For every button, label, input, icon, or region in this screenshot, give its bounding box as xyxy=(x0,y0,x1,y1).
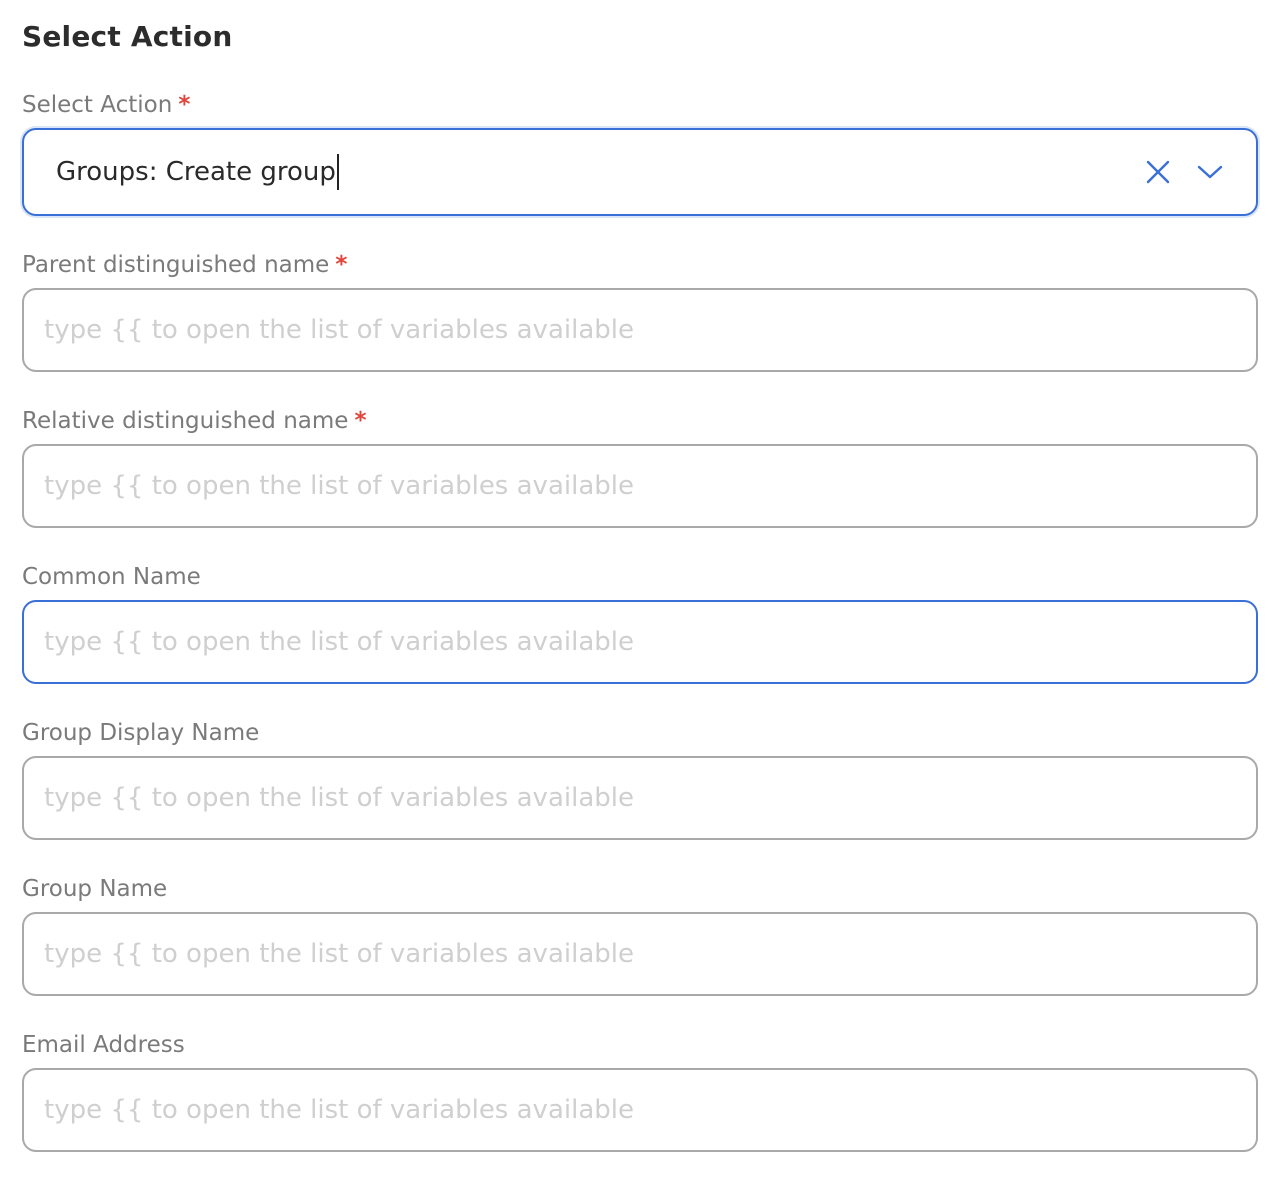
common-name-input[interactable] xyxy=(22,600,1258,684)
common-name-field: Common Name xyxy=(22,562,1258,684)
parent-dn-input[interactable] xyxy=(22,288,1258,372)
group-display-name-label: Group Display Name xyxy=(22,720,260,746)
group-name-field: Group Name xyxy=(22,874,1258,996)
text-caret xyxy=(336,154,339,190)
relative-dn-field: Relative distinguished name * xyxy=(22,406,1258,528)
section-title: Select Action xyxy=(22,20,233,53)
required-marker: * xyxy=(335,252,348,278)
email-address-label: Email Address xyxy=(22,1032,185,1058)
select-action-label: Select Action * xyxy=(22,92,191,118)
close-icon[interactable] xyxy=(1132,146,1184,198)
group-display-name-input[interactable] xyxy=(22,756,1258,840)
relative-dn-label: Relative distinguished name * xyxy=(22,408,367,434)
select-action-field: Select Action * Groups: Create group xyxy=(22,90,1258,216)
group-name-label: Group Name xyxy=(22,876,168,902)
parent-dn-field: Parent distinguished name * xyxy=(22,250,1258,372)
select-action-dropdown[interactable]: Groups: Create group xyxy=(22,128,1258,216)
email-address-input[interactable] xyxy=(22,1068,1258,1152)
email-address-field: Email Address xyxy=(22,1030,1258,1152)
select-action-value[interactable]: Groups: Create group xyxy=(56,154,1132,190)
required-marker: * xyxy=(178,92,191,118)
parent-dn-label: Parent distinguished name * xyxy=(22,252,348,278)
group-display-name-field: Group Display Name xyxy=(22,718,1258,840)
chevron-down-icon[interactable] xyxy=(1184,146,1236,198)
group-name-input[interactable] xyxy=(22,912,1258,996)
relative-dn-input[interactable] xyxy=(22,444,1258,528)
common-name-label: Common Name xyxy=(22,564,201,590)
required-marker: * xyxy=(354,408,367,434)
